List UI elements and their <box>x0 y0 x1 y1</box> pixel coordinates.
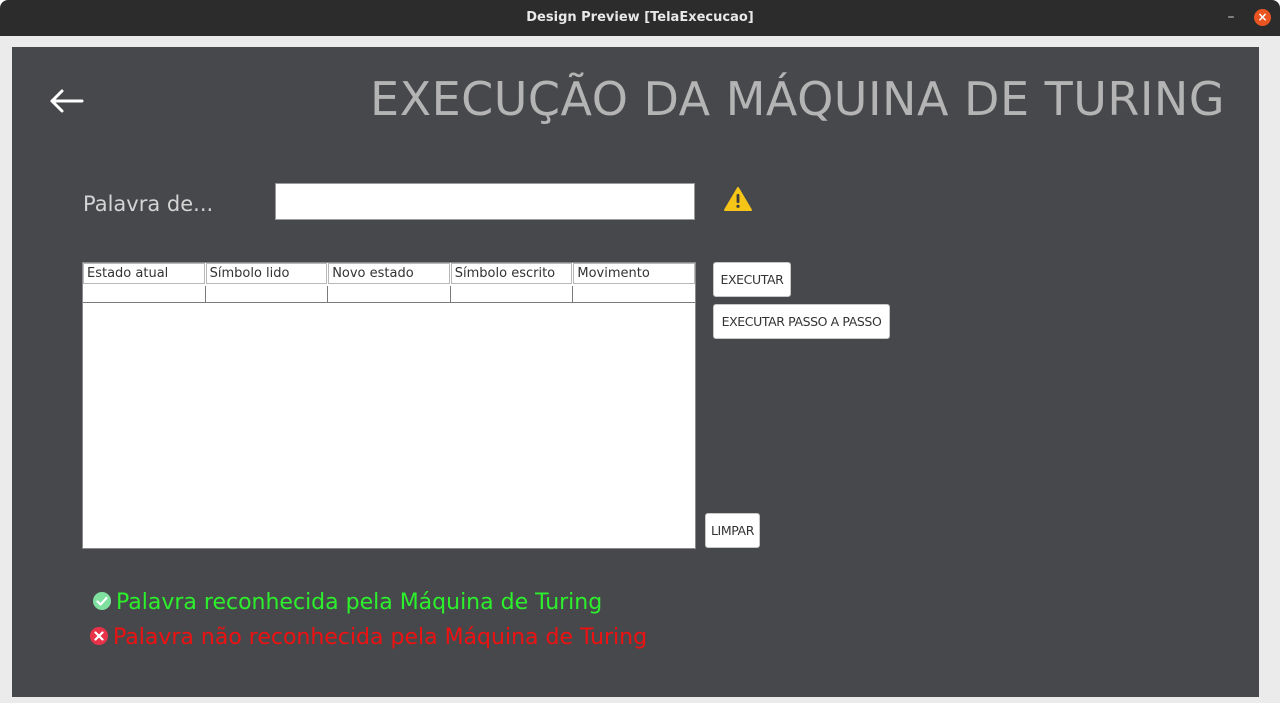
accepted-status: Palavra reconhecida pela Máquina de Turi… <box>92 590 602 615</box>
word-input[interactable] <box>275 183 695 220</box>
column-header-symbol-written[interactable]: Símbolo escrito <box>450 263 573 284</box>
rejected-status-text: Palavra não reconhecida pela Máquina de … <box>113 625 648 650</box>
table-cell[interactable] <box>83 286 205 302</box>
minimize-button[interactable]: – <box>1225 8 1237 26</box>
clear-button[interactable]: LIMPAR <box>705 513 760 548</box>
column-header-movement[interactable]: Movimento <box>573 263 695 284</box>
rejected-status: Palavra não reconhecida pela Máquina de … <box>89 625 647 650</box>
x-circle-icon <box>90 627 108 645</box>
window-titlebar: Design Preview [TelaExecucao] – × <box>0 0 1280 36</box>
table-row[interactable] <box>83 286 695 303</box>
column-header-current-state[interactable]: Estado atual <box>83 263 205 284</box>
table-cell[interactable] <box>204 286 328 302</box>
check-circle-icon <box>93 592 111 610</box>
transition-table[interactable]: Estado atual Símbolo lido Novo estado Sí… <box>82 262 696 549</box>
page-title: EXECUÇÃO DA MÁQUINA DE TURING <box>370 72 1225 126</box>
accepted-status-text: Palavra reconhecida pela Máquina de Turi… <box>116 590 603 615</box>
column-header-new-state[interactable]: Novo estado <box>328 263 450 284</box>
close-button[interactable]: × <box>1254 9 1271 26</box>
step-execute-button[interactable]: EXECUTAR PASSO A PASSO <box>713 304 890 339</box>
table-cell[interactable] <box>327 286 450 302</box>
table-cell[interactable] <box>572 286 695 302</box>
execute-button[interactable]: EXECUTAR <box>713 262 791 297</box>
warning-icon <box>723 186 753 212</box>
column-header-symbol-read[interactable]: Símbolo lido <box>205 263 328 284</box>
table-header: Estado atual Símbolo lido Novo estado Sí… <box>83 263 695 286</box>
word-label: Palavra de... <box>83 192 214 216</box>
back-arrow-icon[interactable] <box>48 84 86 118</box>
window-title: Design Preview [TelaExecucao] <box>526 10 754 25</box>
table-cell[interactable] <box>449 286 573 302</box>
